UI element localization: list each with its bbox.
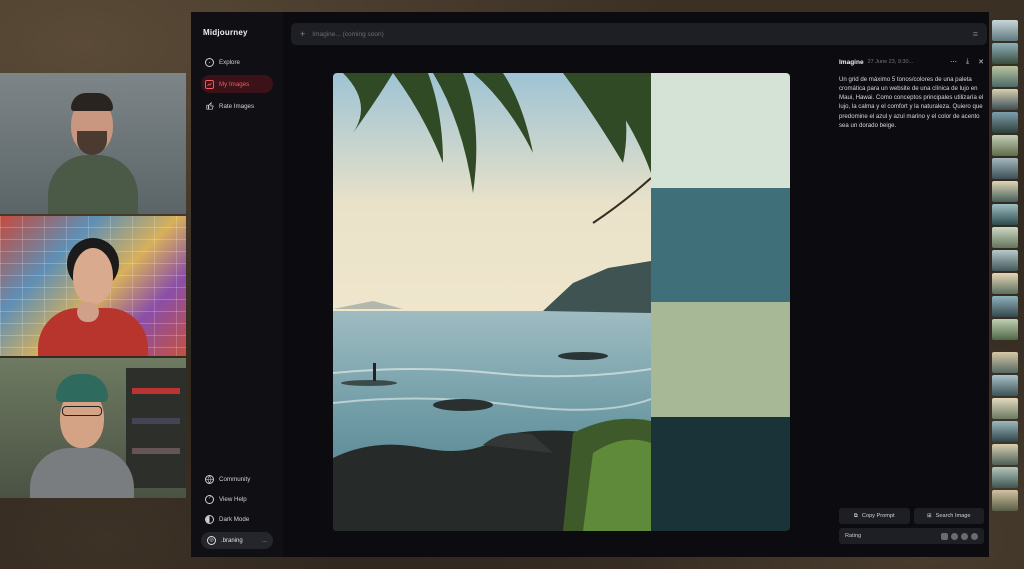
more-options-icon[interactable]: ... — [262, 538, 267, 544]
rating-option-1[interactable] — [941, 532, 948, 540]
sidebar-bottom: Community ? View Help Dark Mode ◎ .brani… — [201, 470, 273, 549]
thumbnail[interactable] — [992, 135, 1018, 156]
sidebar-item-explore[interactable]: Explore — [201, 53, 273, 71]
sidebar-item-label: Rate Images — [219, 102, 255, 110]
app-title: Midjourney — [203, 28, 248, 37]
rating-options — [941, 532, 978, 540]
thumbnail[interactable] — [992, 43, 1018, 64]
thumbnail[interactable] — [992, 467, 1018, 488]
webcam-tile-3 — [0, 358, 186, 498]
rating-option-4[interactable] — [971, 532, 978, 540]
thumbnail[interactable] — [992, 398, 1018, 419]
search-placeholder: Imagine... (coming soon) — [312, 30, 384, 38]
plus-icon[interactable]: + — [300, 29, 305, 39]
thumbnail[interactable] — [992, 352, 1018, 373]
thumbnail[interactable] — [992, 66, 1018, 87]
thumbnail-strip — [992, 20, 1018, 513]
beach-photo — [333, 73, 651, 531]
sidebar-item-label: My Images — [219, 80, 250, 88]
copy-prompt-label: Copy Prompt — [861, 513, 895, 519]
generated-image[interactable] — [333, 73, 790, 531]
thumbnail[interactable] — [992, 273, 1018, 294]
color-palette — [651, 73, 790, 531]
download-icon[interactable]: ⤓ — [966, 58, 969, 66]
avatar: ◎ — [207, 536, 216, 545]
panel-buttons: ⧉ Copy Prompt ⊞ Search Image — [839, 508, 984, 524]
participant-2 — [33, 234, 153, 356]
search-image-button[interactable]: ⊞ Search Image — [913, 508, 984, 524]
sidebar-item-community[interactable]: Community — [201, 470, 273, 488]
thumbnail[interactable] — [992, 375, 1018, 396]
thumbnail[interactable] — [992, 444, 1018, 465]
imagine-input[interactable]: + Imagine... (coming soon) ≡ — [291, 23, 987, 45]
image-details-panel: Imagine 27 June 23, 9:30... ⋯ ⤓ ✕ Un gri… — [839, 58, 984, 550]
thumbnail[interactable] — [992, 490, 1018, 511]
palette-swatch-3 — [651, 302, 790, 417]
user-account-chip[interactable]: ◎ .braning ... — [201, 532, 273, 549]
sidebar-item-label: Community — [219, 475, 251, 483]
thumbnail[interactable] — [992, 296, 1018, 317]
palette-swatch-2 — [651, 187, 790, 302]
rating-bar: Rating — [839, 528, 984, 544]
rating-option-3[interactable] — [961, 532, 968, 540]
sidebar-item-label: Explore — [219, 58, 240, 66]
search-image-label: Search Image — [935, 513, 971, 519]
thumbnail[interactable] — [992, 89, 1018, 110]
palette-swatch-4 — [651, 416, 790, 531]
copy-icon: ⧉ — [853, 512, 858, 519]
sidebar-item-rate-images[interactable]: Rate Images — [201, 97, 273, 115]
sidebar-item-label: View Help — [219, 495, 247, 503]
close-icon[interactable]: ✕ — [978, 58, 984, 66]
prompt-text: Un grid de máximo 5 tonos/colores de una… — [839, 76, 984, 129]
thumbnail[interactable] — [992, 421, 1018, 442]
webcam-tile-1 — [0, 73, 186, 214]
image-search-icon: ⊞ — [926, 513, 932, 519]
thumbnail[interactable] — [992, 158, 1018, 179]
compass-icon — [205, 57, 214, 67]
panel-title: Imagine — [839, 58, 864, 66]
panel-actions: ⋯ ⤓ ✕ — [950, 58, 984, 66]
images-icon — [205, 79, 214, 89]
thumbs-up-icon — [205, 102, 214, 111]
thumbnail[interactable] — [992, 250, 1018, 271]
user-name: .braning — [221, 537, 243, 544]
rating-option-2[interactable] — [951, 532, 958, 540]
thumbnail[interactable] — [992, 319, 1018, 340]
thumbnail[interactable] — [992, 112, 1018, 133]
sidebar-item-my-images[interactable]: My Images — [201, 75, 273, 93]
participant-3 — [22, 370, 142, 498]
sidebar-item-label: Dark Mode — [219, 515, 250, 523]
dark-mode-toggle[interactable]: Dark Mode — [201, 510, 273, 528]
sidebar: Midjourney Explore My Images Rate Images — [191, 12, 283, 557]
thumbnail[interactable] — [992, 227, 1018, 248]
copy-prompt-button[interactable]: ⧉ Copy Prompt — [839, 508, 910, 524]
midjourney-window: Midjourney Explore My Images Rate Images — [191, 12, 989, 557]
sidebar-item-view-help[interactable]: ? View Help — [201, 490, 273, 508]
palette-swatch-1 — [651, 73, 790, 188]
thumbnail[interactable] — [992, 181, 1018, 202]
thumbnail[interactable] — [992, 20, 1018, 41]
menu-lines-icon[interactable]: ≡ — [973, 29, 978, 39]
panel-date: 27 June 23, 9:30... — [867, 59, 914, 65]
help-icon: ? — [205, 494, 214, 504]
rating-label: Rating — [845, 533, 862, 539]
participant-1 — [43, 87, 143, 214]
more-options-icon[interactable]: ⋯ — [950, 58, 957, 66]
thumbnail[interactable] — [992, 204, 1018, 225]
half-moon-icon — [205, 514, 214, 524]
webcam-tile-2 — [0, 216, 186, 356]
panel-header: Imagine 27 June 23, 9:30... ⋯ ⤓ ✕ — [839, 58, 984, 66]
globe-icon — [205, 474, 214, 484]
